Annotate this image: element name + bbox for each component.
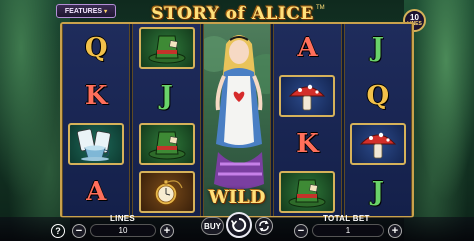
symbol-q: Q	[67, 26, 125, 70]
total-bet-label: TOTAL BET	[323, 214, 370, 223]
symbol-letter: J	[371, 33, 384, 63]
lines-label: LINES	[110, 214, 136, 223]
reel-grid: Q K A J WILD A K J Q J	[60, 22, 414, 218]
teacups-cards-icon	[68, 123, 125, 165]
symbol-a: A	[67, 170, 125, 214]
symbol-q: Q	[349, 74, 407, 118]
red-mushroom-icon	[279, 75, 336, 117]
symbol-letter: J	[160, 81, 173, 111]
symbol-letter: Q	[84, 33, 108, 63]
symbol-teacups	[67, 122, 125, 166]
symbol-k: K	[278, 122, 336, 166]
pocket-watch-icon	[138, 171, 195, 213]
lines-increase-button[interactable]: +	[160, 224, 174, 238]
symbol-hat	[138, 122, 196, 166]
symbol-letter: A	[297, 33, 318, 63]
help-button[interactable]: ?	[51, 224, 65, 238]
symbol-watch	[138, 170, 196, 214]
features-button[interactable]: FEATURES ▾	[56, 4, 116, 18]
symbol-letter: Q	[366, 81, 390, 111]
spin-icon	[231, 217, 247, 232]
lines-value: 10	[90, 224, 156, 237]
logo-trademark: TM	[315, 5, 325, 11]
bet-increase-button[interactable]: +	[388, 224, 402, 238]
wild-label: WILD	[208, 187, 266, 208]
symbol-j: J	[349, 170, 407, 214]
reel-2: J	[132, 24, 201, 216]
lines-decrease-button[interactable]: −	[72, 224, 86, 238]
symbol-j: J	[138, 74, 196, 118]
symbol-letter: K	[296, 129, 319, 159]
reel-3-wild-alice: WILD	[202, 24, 272, 216]
symbol-letter: K	[84, 81, 108, 111]
bet-decrease-button[interactable]: −	[294, 224, 308, 238]
symbol-k: K	[67, 74, 125, 118]
symbol-letter: A	[86, 177, 107, 207]
symbol-letter: J	[371, 177, 384, 207]
features-label: FEATURES	[64, 7, 103, 15]
symbol-j: J	[349, 26, 407, 70]
autoplay-button[interactable]	[255, 217, 273, 235]
forest-background-right	[404, 0, 474, 241]
spin-button[interactable]	[226, 212, 252, 238]
symbol-hat	[138, 26, 196, 70]
symbol-hat	[278, 170, 336, 214]
red-mushroom-icon	[349, 123, 406, 165]
chevron-down-icon: ▾	[104, 8, 108, 15]
symbol-a: A	[278, 26, 336, 70]
reel-5: J Q J	[343, 24, 413, 216]
buy-button[interactable]: BUY	[201, 217, 224, 235]
autoplay-icon	[259, 220, 269, 232]
reel-4: A K	[273, 24, 342, 216]
mad-hatter-hat-icon	[138, 123, 195, 165]
symbol-mushroom	[278, 74, 336, 118]
symbol-mushroom	[349, 122, 407, 166]
logo-text: STORY of ALICE	[151, 4, 314, 24]
mad-hatter-hat-icon	[138, 27, 195, 69]
mad-hatter-hat-icon	[279, 171, 336, 213]
total-bet-value: 1	[312, 224, 384, 237]
reel-1: Q K A	[62, 24, 131, 216]
